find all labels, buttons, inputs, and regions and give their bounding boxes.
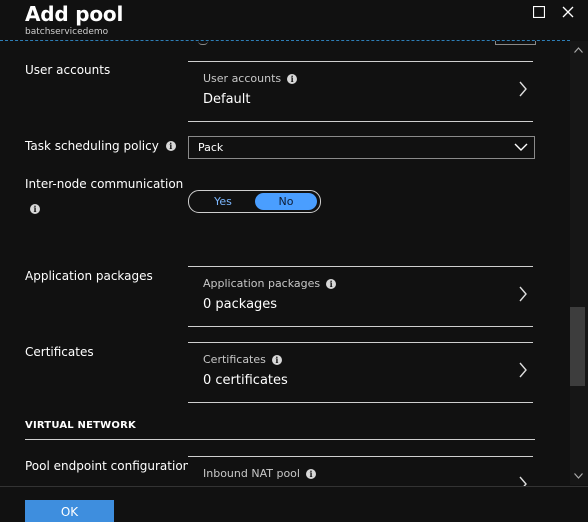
info-icon[interactable]: i bbox=[30, 204, 40, 214]
inbound-nat-pool-card-header: Inbound NAT pool i bbox=[203, 467, 316, 480]
task-scheduling-label-row: Task scheduling policy i bbox=[25, 139, 176, 153]
chevron-right-icon bbox=[519, 81, 527, 97]
info-icon[interactable]: i bbox=[271, 354, 282, 365]
maximize-button[interactable] bbox=[529, 2, 549, 22]
chevron-down-icon bbox=[514, 143, 528, 151]
header-divider bbox=[0, 40, 570, 41]
inbound-nat-pool-card-label: Inbound NAT pool bbox=[203, 467, 300, 480]
maximize-icon bbox=[533, 6, 545, 18]
user-accounts-card-header: User accounts i bbox=[203, 72, 298, 85]
task-scheduling-selected-value: Pack bbox=[198, 141, 224, 154]
virtual-network-heading: VIRTUAL NETWORK bbox=[25, 420, 136, 431]
toggle-option-no[interactable]: No bbox=[255, 193, 317, 210]
scroll-up-icon bbox=[574, 47, 583, 53]
pool-endpoint-section-label: Pool endpoint configuration bbox=[25, 459, 191, 473]
user-accounts-card-label: User accounts bbox=[203, 72, 282, 85]
close-icon bbox=[562, 6, 574, 18]
info-icon[interactable]: i bbox=[305, 468, 316, 479]
blade-title: Add pool bbox=[25, 2, 124, 26]
user-accounts-value: Default bbox=[203, 92, 251, 107]
certificates-card-header: Certificates i bbox=[203, 353, 282, 366]
user-accounts-section-label: User accounts bbox=[25, 63, 111, 77]
virtual-network-divider bbox=[25, 439, 535, 440]
certificates-card[interactable]: Certificates i 0 certificates bbox=[188, 342, 533, 403]
scroll-down-icon bbox=[574, 473, 583, 479]
toggle-option-yes[interactable]: Yes bbox=[192, 193, 254, 210]
info-icon[interactable]: i bbox=[165, 141, 176, 151]
certificates-card-label: Certificates bbox=[203, 353, 266, 366]
clipped-control bbox=[495, 41, 536, 45]
task-scheduling-label: Task scheduling policy bbox=[25, 139, 159, 153]
inter-node-communication-label: Inter-node communication bbox=[25, 177, 184, 191]
scrollbar-thumb[interactable] bbox=[570, 307, 585, 386]
clipped-control bbox=[198, 41, 208, 45]
certificates-value: 0 certificates bbox=[203, 373, 288, 388]
scroll-up-button[interactable] bbox=[571, 44, 586, 56]
scroll-down-button[interactable] bbox=[571, 470, 586, 482]
certificates-section-label: Certificates bbox=[25, 345, 94, 359]
task-scheduling-policy-select[interactable]: Pack bbox=[188, 136, 535, 159]
inter-node-communication-toggle[interactable]: Yes No bbox=[188, 190, 321, 213]
info-icon[interactable]: i bbox=[287, 73, 298, 84]
application-packages-section-label: Application packages bbox=[25, 269, 153, 283]
application-packages-card-label: Application packages bbox=[203, 277, 321, 290]
application-packages-card-header: Application packages i bbox=[203, 277, 337, 290]
application-packages-card[interactable]: Application packages i 0 packages bbox=[188, 266, 533, 327]
close-button[interactable] bbox=[558, 2, 578, 22]
application-packages-value: 0 packages bbox=[203, 297, 278, 312]
chevron-right-icon bbox=[519, 286, 527, 302]
user-accounts-card[interactable]: User accounts i Default bbox=[188, 61, 533, 122]
chevron-right-icon bbox=[519, 362, 527, 378]
inter-node-info-wrapper: i bbox=[30, 197, 40, 216]
scrollbar-track[interactable] bbox=[570, 41, 588, 485]
blade-subtitle: batchservicedemo bbox=[25, 27, 109, 37]
info-icon[interactable]: i bbox=[326, 278, 337, 289]
